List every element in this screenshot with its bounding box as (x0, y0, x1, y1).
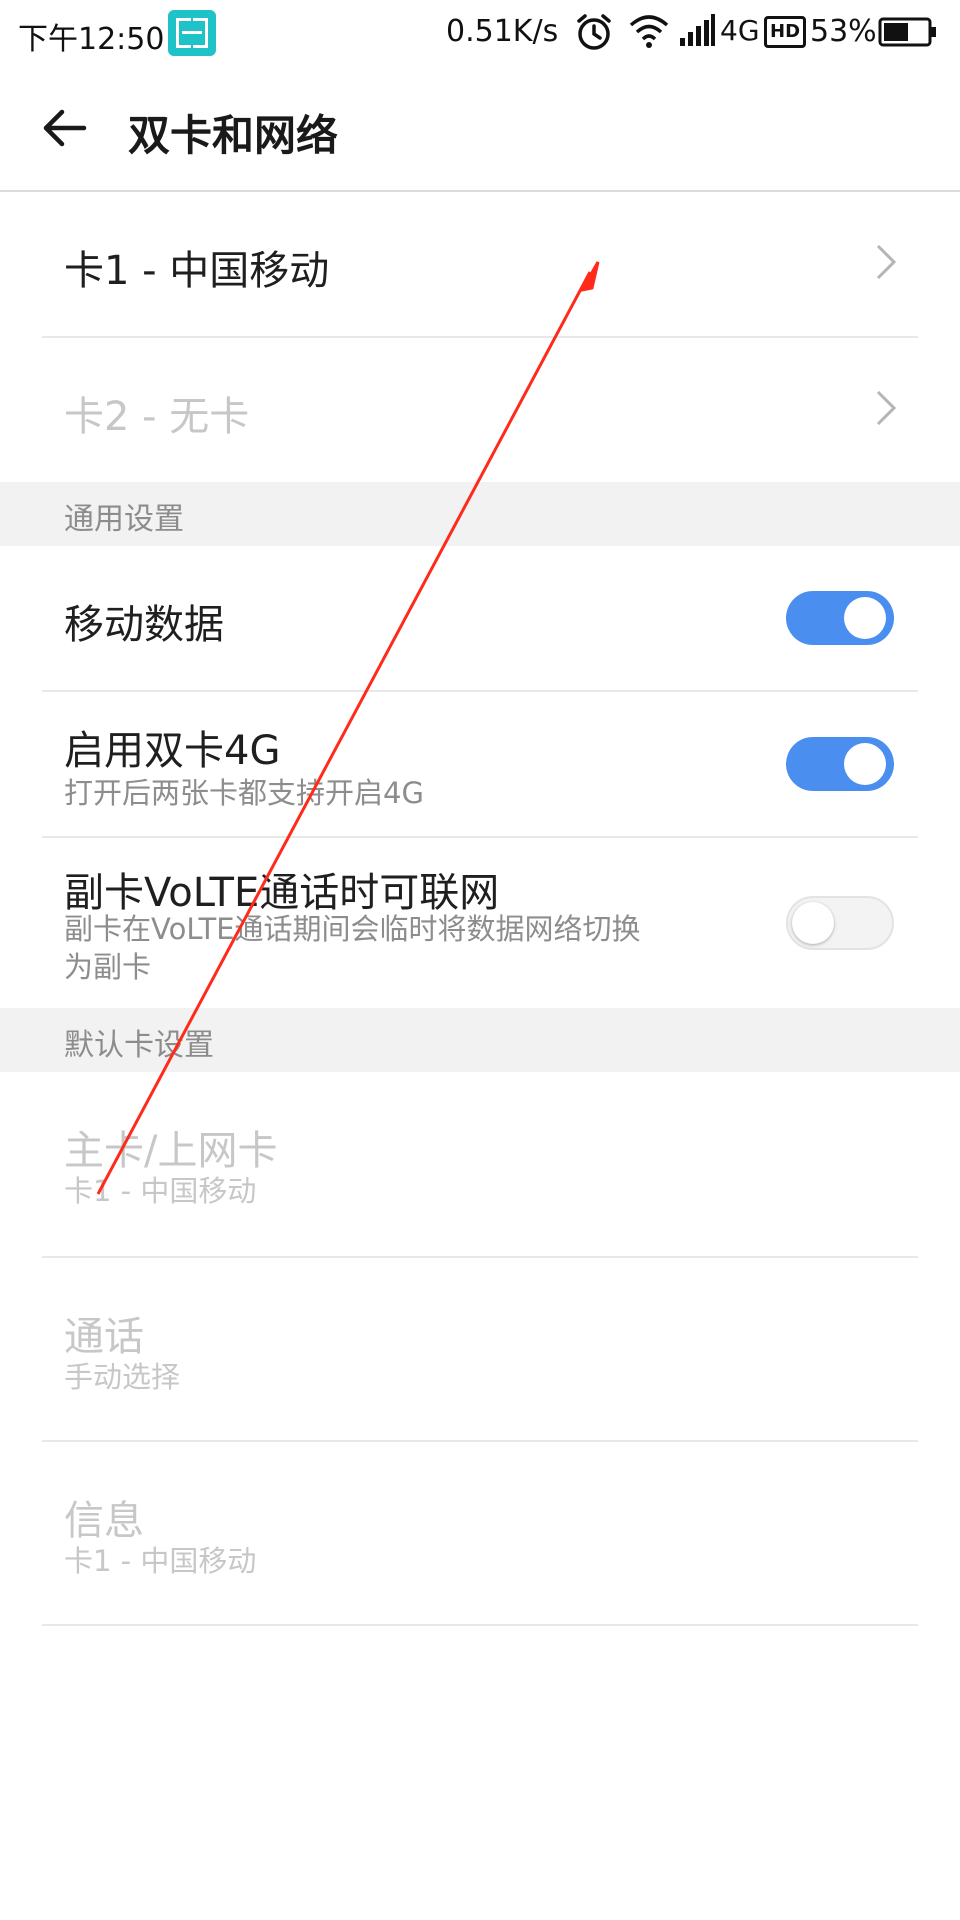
page-title: 双卡和网络 (128, 111, 339, 160)
dual-4g-subtitle: 打开后两张卡都支持开启4G (64, 776, 424, 810)
primary-card-row[interactable]: 主卡/上网卡 卡1 - 中国移动 (0, 1072, 960, 1256)
volte-subtitle-line2: 为副卡 (64, 950, 152, 984)
app-header: 双卡和网络 (0, 66, 960, 192)
sim1-label: 卡1 - 中国移动 (64, 248, 330, 294)
hd-icon: HD (764, 16, 807, 48)
section-label: 默认卡设置 (64, 1028, 214, 1063)
status-network-type: 4G (720, 14, 760, 47)
calls-row[interactable]: 通话 手动选择 (0, 1258, 960, 1442)
volte-row[interactable]: 副卡VoLTE通话时可联网 副卡在VoLTE通话期间会临时将数据网络切换 为副卡 (0, 838, 960, 1008)
sim2-label: 卡2 - 无卡 (64, 394, 250, 440)
chevron-right-icon (876, 390, 897, 426)
messages-row[interactable]: 信息 卡1 - 中国移动 (0, 1442, 960, 1626)
mobile-data-row[interactable]: 移动数据 (0, 546, 960, 690)
section-default-card: 默认卡设置 (0, 1008, 960, 1072)
sim1-row[interactable]: 卡1 - 中国移动 (0, 192, 960, 336)
section-general-settings: 通用设置 (0, 482, 960, 546)
sim2-row[interactable]: 卡2 - 无卡 (0, 338, 960, 482)
dual-4g-label: 启用双卡4G (64, 728, 281, 774)
screenshot-scan-icon (168, 10, 216, 56)
status-net-speed: 0.51K/s (446, 14, 559, 49)
battery-icon (878, 17, 936, 47)
volte-subtitle-line1: 副卡在VoLTE通话期间会临时将数据网络切换 (64, 912, 641, 946)
wifi-icon (629, 15, 669, 48)
dual-4g-row[interactable]: 启用双卡4G 打开后两张卡都支持开启4G (0, 692, 960, 836)
messages-label: 信息 (64, 1498, 144, 1544)
status-time: 下午12:50 (18, 22, 165, 57)
calls-value: 手动选择 (64, 1360, 181, 1394)
primary-card-label: 主卡/上网卡 (64, 1128, 278, 1174)
messages-value: 卡1 - 中国移动 (64, 1544, 257, 1578)
mobile-data-toggle[interactable] (786, 591, 894, 645)
back-arrow-icon[interactable] (40, 104, 88, 152)
calls-label: 通话 (64, 1314, 144, 1360)
dual-4g-toggle[interactable] (786, 737, 894, 791)
divider (42, 1624, 918, 1626)
battery-percent: 53% (810, 14, 877, 49)
volte-toggle[interactable] (786, 896, 894, 950)
status-bar: 下午12:50 0.51K/s 4G HD 53% (0, 0, 960, 66)
primary-card-value: 卡1 - 中国移动 (64, 1174, 257, 1208)
section-label: 通用设置 (64, 502, 184, 537)
mobile-data-label: 移动数据 (64, 602, 224, 648)
chevron-right-icon (876, 244, 897, 280)
alarm-icon (577, 14, 611, 50)
signal-icon (680, 14, 715, 46)
